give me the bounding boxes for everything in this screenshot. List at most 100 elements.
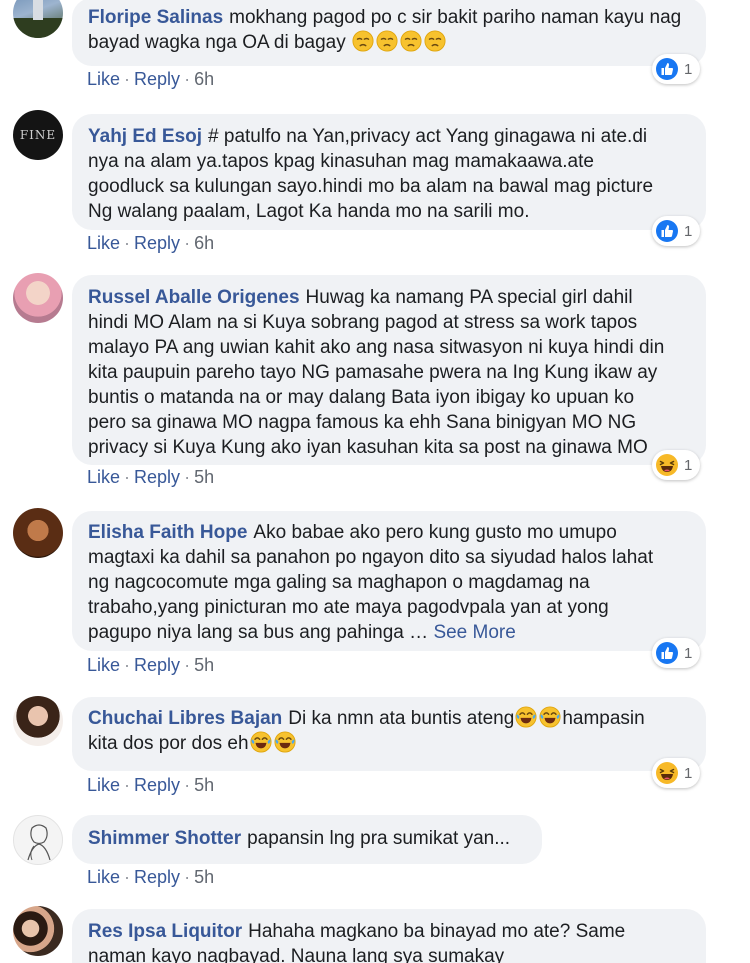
timestamp[interactable]: 5h [194,467,214,487]
comment-text: # patulfo na Yan,privacy act Yang ginaga… [208,126,648,147]
avatar-text: FINE [19,128,57,142]
comment-text: Ako babae ako pero kung gusto mo umupo [253,522,617,543]
pensive-face-icon [352,30,374,52]
like-reaction-icon [656,58,678,80]
comment-actions: Like · Reply · 5h [87,655,214,676]
comment-bubble: Chuchai Libres Bajan Di ka nmn ata buntis… [72,697,706,771]
comment-text: papansin lng pra sumikat yan... [247,828,511,849]
separator: · [124,775,131,795]
separator: · [124,69,131,89]
reaction-count[interactable]: 1 [652,758,701,788]
comment-text: Huwag ka namang PA special girl dahil [305,287,633,308]
pensive-face-icon [400,30,422,52]
see-more-link[interactable]: See More [433,622,515,643]
comment-text: kita dos por dos eh [88,733,249,754]
comment-actions: Like · Reply · 5h [87,467,214,488]
separator: · [124,655,131,675]
commenter-name[interactable]: Shimmer Shotter [88,828,241,849]
separator: · [124,467,131,487]
comment-text: pagupo niya lang sa bus ang pahinga … [88,622,429,643]
like-reaction-icon [656,642,678,664]
avatar[interactable] [13,815,63,865]
reaction-count-number: 1 [684,764,693,782]
comment-text: kita paupuin pareho tayo NG pamasahe pwe… [88,362,658,383]
comment-text: nya na alam ya.tapos kpag kinasuhan mag … [88,151,594,172]
commenter-name[interactable]: Russel Aballe Origenes [88,287,300,308]
haha-reaction-icon [655,761,679,785]
commenter-name[interactable]: Elisha Faith Hope [88,522,247,543]
avatar[interactable] [13,696,63,746]
comment-text: magtaxi ka dahil sa panahon po ngayon di… [88,547,654,568]
separator: · [124,867,131,887]
like-link[interactable]: Like [87,655,120,675]
comment-text: Di ka nmn ata buntis ateng [288,708,515,729]
commenter-name[interactable]: Res Ipsa Liquitor [88,921,242,942]
avatar[interactable]: FINE [13,110,63,160]
comment-text: pero sa ginawa MO nagpa famous ka ehh Sa… [88,412,637,433]
avatar[interactable] [13,906,63,956]
like-link[interactable]: Like [87,867,120,887]
reaction-count-number: 1 [684,644,693,662]
timestamp[interactable]: 5h [194,867,214,887]
reply-link[interactable]: Reply [134,467,180,487]
tears-of-joy-icon [539,706,562,728]
reply-link[interactable]: Reply [134,69,180,89]
like-link[interactable]: Like [87,775,120,795]
comment-bubble: Floripe Salinas mokhang pagod po c sir ba… [72,0,706,66]
like-link[interactable]: Like [87,233,120,253]
reaction-count[interactable]: 1 [652,450,701,480]
comment-text: hindi MO Alam na si Kuya sobrang pagod a… [88,312,638,333]
pensive-face-icon [376,30,398,52]
comment-actions: Like · Reply · 5h [87,775,214,796]
like-reaction-icon [656,220,678,242]
avatar[interactable] [13,0,63,38]
comment-text: privacy si Kuya Kung ako iyan kasuhan ki… [88,437,648,458]
timestamp[interactable]: 6h [194,233,214,253]
timestamp[interactable]: 5h [194,655,214,675]
tears-of-joy-icon [515,706,538,728]
reply-link[interactable]: Reply [134,867,180,887]
comment-text: ng nagcocomute mga galing sa maghapon o … [88,572,590,593]
comment-bubble: Res Ipsa Liquitor Hahaha magkano ba binay… [72,909,706,963]
reaction-count-number: 1 [684,456,693,474]
like-link[interactable]: Like [87,69,120,89]
reaction-count[interactable]: 1 [652,638,701,668]
separator: · [184,69,191,89]
comment-text: naman kayo nagbayad. Nauna lang sya suma… [88,946,505,963]
comment-actions: Like · Reply · 6h [87,233,214,254]
reaction-count[interactable]: 1 [652,54,701,84]
tears-of-joy-icon [273,731,296,753]
reply-link[interactable]: Reply [134,775,180,795]
separator: · [184,467,191,487]
commenter-name[interactable]: Chuchai Libres Bajan [88,708,282,729]
comment-bubble: Russel Aballe Origenes Huwag ka namang PA… [72,275,706,465]
commenter-name[interactable]: Yahj Ed Esoj [88,126,202,147]
comment-actions: Like · Reply · 6h [87,69,214,90]
separator: · [184,655,191,675]
comment-text: Ng walang paalam, Lagot Ka handa mo na s… [88,201,530,222]
timestamp[interactable]: 6h [194,69,214,89]
reply-link[interactable]: Reply [134,233,180,253]
avatar[interactable] [13,508,63,558]
comment-text: goodluck sa kulungan sayo.hindi mo ba al… [88,176,654,197]
separator: · [124,233,131,253]
comment-text: buntis o matanda na or may dalang Bata i… [88,387,635,408]
comment-text: hampasin [562,708,645,729]
comment-bubble: Shimmer Shotter papansin lng pra sumikat … [72,815,542,864]
timestamp[interactable]: 5h [194,775,214,795]
reaction-count[interactable]: 1 [652,216,701,246]
separator: · [184,233,191,253]
comment-text: malayo PA ang uwian kahit ako ang nasa s… [88,337,665,358]
commenter-name[interactable]: Floripe Salinas [88,7,223,28]
tears-of-joy-icon [249,731,272,753]
reply-link[interactable]: Reply [134,655,180,675]
comment-bubble: Elisha Faith Hope Ako babae ako pero kung… [72,511,706,651]
comment-actions: Like · Reply · 5h [87,867,214,888]
reaction-count-number: 1 [684,60,693,78]
reaction-count-number: 1 [684,222,693,240]
haha-reaction-icon [655,453,679,477]
avatar[interactable] [13,273,63,323]
separator: · [184,867,191,887]
separator: · [184,775,191,795]
like-link[interactable]: Like [87,467,120,487]
